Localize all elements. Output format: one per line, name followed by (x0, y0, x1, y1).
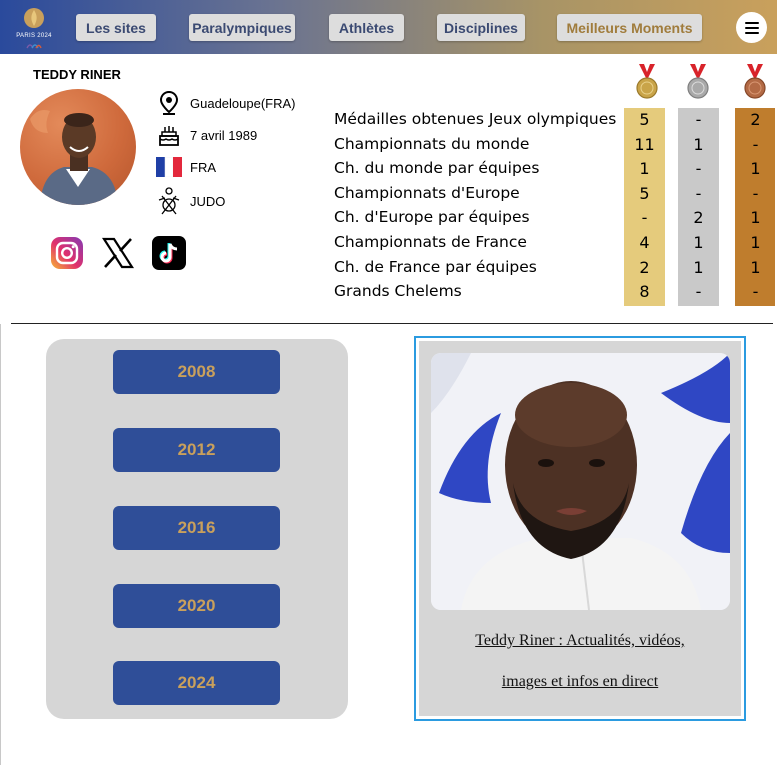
news-card-body: Teddy Riner : Actualités, vidéos, images… (419, 341, 741, 716)
news-title-line-2[interactable]: images et infos en direct (419, 673, 741, 691)
bronze-medal-count: 2 (750, 110, 761, 129)
nav-les-sites[interactable]: Les sites (76, 14, 156, 41)
birthplace-row: Guadeloupe(FRA) (156, 91, 296, 115)
birthdate-text: 7 avril 1989 (190, 127, 258, 143)
news-photo[interactable] (431, 353, 730, 610)
hamburger-icon (744, 21, 759, 34)
medal-row-label: Médailles obtenues Jeux olympiques (334, 110, 617, 128)
bronze-medal-count: 1 (750, 159, 761, 179)
paralympic-symbol-icon (26, 44, 42, 49)
year-button-2024[interactable]: 2024 (113, 661, 280, 705)
bronze-medal-count: - (752, 282, 759, 302)
year-button-2012[interactable]: 2012 (113, 428, 280, 472)
gold-medal-icon (636, 64, 658, 99)
medal-row-label: Grands Chelems (334, 282, 462, 301)
gold-medal-count: 5 (639, 183, 650, 203)
medal-row-label: Ch. de France par équipes (334, 257, 537, 276)
bronze-medal-count: 1 (750, 233, 761, 252)
top-navigation-bar: PARIS 2024 Les sites Paralympiques Athlè… (0, 0, 777, 54)
silver-medal-count: - (695, 183, 702, 203)
athlete-news-image (431, 353, 730, 610)
left-border-line (0, 324, 1, 765)
birthday-cake-icon (156, 123, 182, 147)
medal-row-label: Ch. du monde par équipes (334, 159, 540, 178)
nav-disciplines[interactable]: Disciplines (437, 14, 525, 41)
sport-text: JUDO (190, 193, 226, 209)
gold-medal-count: 2 (639, 257, 650, 277)
silver-medal-count: - (695, 110, 702, 129)
year-button-2020[interactable]: 2020 (113, 584, 280, 628)
nav-athletes[interactable]: Athlètes (329, 14, 404, 41)
section-divider (11, 323, 773, 324)
x-link[interactable] (101, 236, 135, 270)
judo-icon (156, 186, 182, 216)
silver-medal-count: 1 (693, 233, 704, 252)
bronze-medal-count: 1 (750, 208, 761, 228)
year-button-2016[interactable]: 2016 (113, 506, 280, 550)
silver-medal-count: - (695, 159, 702, 179)
news-card[interactable]: Teddy Riner : Actualités, vidéos, images… (414, 336, 746, 721)
medal-row-label: Championnats d'Europe (334, 183, 520, 202)
menu-button[interactable] (736, 12, 767, 43)
athlete-avatar (20, 89, 136, 205)
silver-medal-icon (687, 64, 709, 99)
france-flag-icon (156, 155, 182, 179)
gold-medal-count: 4 (639, 233, 650, 252)
location-pin-icon (156, 91, 182, 115)
gold-medal-count: 5 (639, 110, 650, 129)
instagram-link[interactable] (50, 236, 84, 270)
country-text: FRA (190, 159, 216, 175)
gold-medal-count: 8 (639, 282, 650, 302)
medal-row-label: Ch. d'Europe par équipes (334, 208, 530, 227)
bronze-medal-count: - (752, 134, 759, 154)
x-icon (101, 237, 135, 269)
country-row: FRA (156, 155, 216, 179)
silver-medal-count: 1 (693, 134, 704, 154)
news-title-line-1[interactable]: Teddy Riner : Actualités, vidéos, (419, 632, 741, 650)
flame-icon (24, 8, 44, 28)
medal-row-label: Championnats du monde (334, 134, 530, 153)
tiktok-link[interactable] (152, 236, 186, 270)
bronze-medal-count: - (752, 183, 759, 203)
athlete-name: TEDDY RINER (33, 67, 121, 82)
year-button-2008[interactable]: 2008 (113, 350, 280, 394)
paris-2024-logo[interactable]: PARIS 2024 (10, 4, 58, 50)
gold-medal-count: - (641, 208, 648, 228)
instagram-icon (51, 237, 83, 269)
medal-row-label: Championnats de France (334, 233, 527, 251)
tiktok-icon (152, 236, 186, 270)
nav-meilleurs-moments[interactable]: Meilleurs Moments (557, 14, 702, 41)
sport-row: JUDO (156, 186, 225, 216)
nav-paralympiques[interactable]: Paralympiques (189, 14, 295, 41)
gold-medal-count: 1 (639, 159, 650, 179)
silver-medal-count: 1 (693, 257, 704, 277)
bronze-medal-icon (744, 64, 766, 99)
logo-text: PARIS 2024 (16, 33, 52, 39)
birthplace-text: Guadeloupe(FRA) (190, 95, 296, 111)
birthdate-row: 7 avril 1989 (156, 123, 257, 147)
athlete-portrait-image (30, 110, 118, 205)
silver-medal-count: - (695, 282, 702, 302)
gold-medal-count: 11 (634, 134, 655, 154)
silver-medal-count: 2 (693, 208, 704, 228)
bronze-medal-count: 1 (750, 257, 761, 277)
